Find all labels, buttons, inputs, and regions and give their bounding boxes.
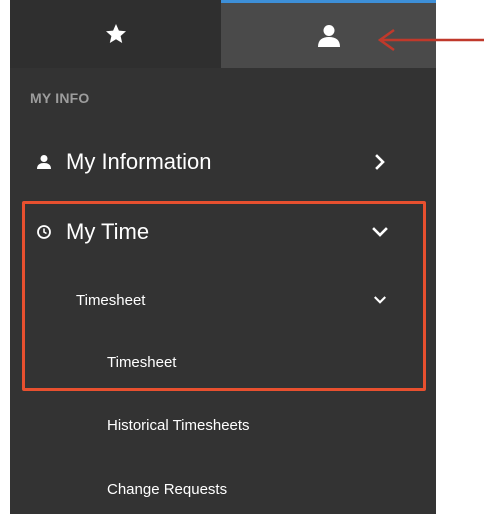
star-icon: [105, 24, 126, 43]
sidebar-item-label: Change Requests: [107, 480, 228, 498]
clock-icon: [36, 224, 52, 240]
user-icon: [36, 154, 52, 170]
tab-favorites[interactable]: [10, 0, 221, 68]
sidebar-item-label: Timesheet: [107, 353, 177, 371]
annotation-arrow-icon: [377, 28, 484, 52]
sidebar-item-label: Historical Timesheets: [107, 416, 250, 434]
sidebar-subitem-timesheet[interactable]: Timesheet: [10, 280, 436, 320]
chevron-down-icon: [372, 227, 388, 237]
sidebar-item-label: My Information: [66, 149, 212, 174]
navigation-panel: MY INFO My Information My Time Timesheet…: [10, 0, 436, 514]
sidebar-subitem-change-requests[interactable]: Change Requests: [10, 469, 436, 509]
chevron-right-icon: [375, 154, 385, 170]
section-header-my-info: MY INFO: [30, 90, 90, 106]
sidebar-item-my-time[interactable]: My Time: [10, 208, 436, 256]
tab-bar: [10, 0, 436, 68]
sidebar-item-my-information[interactable]: My Information: [10, 138, 436, 186]
sidebar-subitem-timesheet-page[interactable]: Timesheet: [10, 342, 436, 382]
sidebar-item-label: My Time: [66, 219, 150, 244]
sidebar-item-label: Timesheet: [76, 291, 146, 309]
sidebar-subitem-historical-timesheets[interactable]: Historical Timesheets: [10, 405, 436, 445]
user-icon: [317, 24, 340, 47]
screen: MY INFO My Information My Time Timesheet…: [0, 0, 485, 514]
chevron-down-icon: [374, 296, 386, 304]
